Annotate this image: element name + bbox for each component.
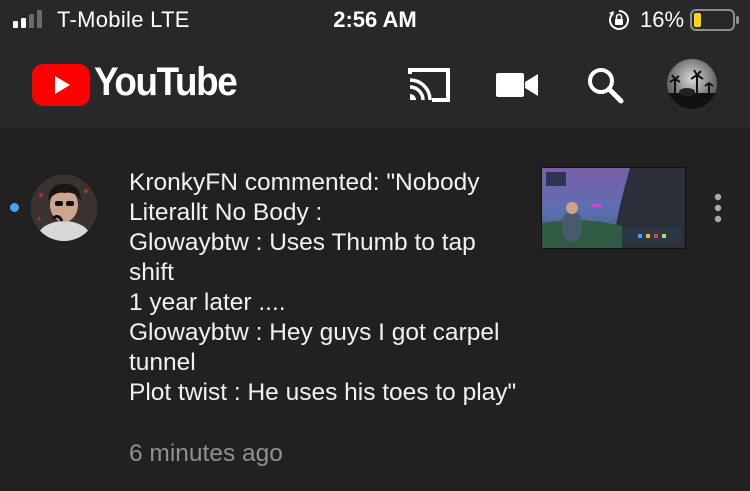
more-vertical-icon[interactable] — [708, 192, 728, 224]
youtube-logo-icon[interactable] — [32, 64, 90, 106]
camera-icon[interactable] — [496, 70, 538, 100]
app-bar: YouTube — [0, 42, 750, 128]
search-icon[interactable] — [585, 65, 625, 105]
orientation-lock-icon — [609, 10, 629, 30]
unread-indicator — [10, 203, 19, 212]
battery-icon — [690, 9, 739, 31]
battery-percent: 16% — [640, 7, 685, 32]
timestamp: 6 minutes ago — [129, 440, 283, 467]
commenter-avatar[interactable] — [31, 175, 97, 241]
cast-icon[interactable] — [406, 66, 452, 104]
clock: 2:56 AM — [333, 7, 417, 32]
account-avatar[interactable] — [667, 59, 717, 109]
comment-text: KronkyFN commented: "Nobody Literallt No… — [129, 169, 517, 406]
status-bar: T-Mobile LTE 2:56 AM 16% — [0, 0, 750, 42]
youtube-wordmark[interactable]: YouTube — [94, 60, 238, 105]
notification-item[interactable]: KronkyFN commented: "Nobody Literallt No… — [0, 128, 750, 491]
video-thumbnail[interactable] — [541, 167, 686, 249]
